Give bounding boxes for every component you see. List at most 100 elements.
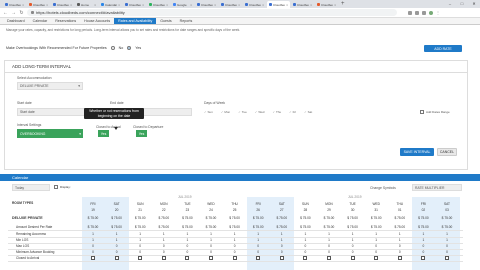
rate-cell[interactable]: $ 75.00 xyxy=(226,216,244,220)
grid-cell[interactable]: 0 xyxy=(249,250,267,254)
maximize-icon[interactable]: □ xyxy=(456,0,468,7)
grid-cell[interactable]: 1 xyxy=(414,238,432,242)
calendar-checkbox[interactable] xyxy=(54,185,58,189)
grid-cell[interactable]: 1 xyxy=(84,238,102,242)
nav-item[interactable]: Guests xyxy=(156,18,175,24)
rate-cell[interactable]: $ 75.00 xyxy=(202,216,220,220)
cta-checkbox[interactable] xyxy=(421,256,426,260)
grid-cell[interactable]: 1 xyxy=(108,238,126,242)
extension-icon[interactable] xyxy=(422,10,426,15)
browser-tab[interactable]: Calendar × xyxy=(99,1,122,8)
grid-cell[interactable]: 1 xyxy=(273,232,291,236)
add-dates-range[interactable]: Add Dates Range xyxy=(420,110,450,114)
grid-cell[interactable]: 1 xyxy=(249,232,267,236)
grid-cell[interactable]: 0 xyxy=(296,250,314,254)
rate-cell[interactable]: $ 75.00 xyxy=(320,216,338,220)
grid-cell[interactable]: $ 75.00 xyxy=(273,225,291,229)
browser-tab[interactable]: Cloudbeds× xyxy=(27,1,50,8)
browser-tab[interactable]: Cloudbeds× xyxy=(315,1,338,8)
grid-cell[interactable]: $ 75.00 xyxy=(320,225,338,229)
grid-cell[interactable]: $ 75.00 xyxy=(108,225,126,229)
grid-cell[interactable]: 0 xyxy=(178,250,196,254)
tab-close-icon[interactable]: × xyxy=(262,3,264,7)
grid-cell[interactable]: 1 xyxy=(367,232,385,236)
rate-cell[interactable]: $ 75.00 xyxy=(155,216,173,220)
browser-tab[interactable]: Cloudbeds× xyxy=(3,1,26,8)
cta-checkbox[interactable] xyxy=(397,256,402,260)
minimize-icon[interactable]: – xyxy=(444,0,456,7)
grid-cell[interactable]: 0 xyxy=(414,250,432,254)
cta-checkbox[interactable] xyxy=(256,256,261,260)
day-option[interactable]: ✓ Fri xyxy=(289,110,296,114)
interval-settings-select[interactable]: OVERBOOKING ▾ xyxy=(17,129,83,138)
browser-tab[interactable]: Home × xyxy=(75,1,98,8)
rate-cell[interactable]: $ 75.00 xyxy=(391,216,409,220)
cta-checkbox[interactable] xyxy=(161,256,166,260)
grid-cell[interactable]: 0 xyxy=(155,250,173,254)
rate-cell[interactable]: $ 75.00 xyxy=(296,216,314,220)
change-view-select[interactable]: RATE MULTIPLIER xyxy=(412,184,462,191)
rate-cell[interactable]: $ 75.00 xyxy=(178,216,196,220)
new-tab-button[interactable]: + xyxy=(341,1,345,8)
rate-cell[interactable]: $ 75.00 xyxy=(367,216,385,220)
grid-cell[interactable]: 1 xyxy=(226,238,244,242)
nav-item[interactable]: Reservations xyxy=(51,18,80,24)
rate-cell[interactable]: $ 75.00 xyxy=(344,216,362,220)
cta-checkbox[interactable] xyxy=(279,256,284,260)
back-icon[interactable]: ← xyxy=(3,10,8,16)
grid-cell[interactable]: 1 xyxy=(108,232,126,236)
grid-cell[interactable]: $ 75.00 xyxy=(155,225,173,229)
save-interval-button[interactable]: SAVE INTERVAL xyxy=(400,148,434,156)
day-option[interactable]: ✓ Mon xyxy=(221,110,230,114)
browser-tab[interactable]: Cloudbeds× xyxy=(219,1,242,8)
grid-cell[interactable]: $ 75.00 xyxy=(391,225,409,229)
grid-cell[interactable]: 1 xyxy=(296,232,314,236)
rate-cell[interactable]: $ 75.00 xyxy=(108,216,126,220)
grid-cell[interactable]: 0 xyxy=(155,244,173,248)
grid-cell[interactable]: 1 xyxy=(367,238,385,242)
browser-tab[interactable]: Google × xyxy=(171,1,194,8)
grid-cell[interactable]: 0 xyxy=(84,244,102,248)
period-select[interactable]: Today xyxy=(12,184,50,191)
cta-checkbox[interactable] xyxy=(138,256,143,260)
nav-item[interactable]: Rates and Availability xyxy=(114,18,157,24)
close-icon[interactable]: ✕ xyxy=(468,0,480,7)
day-option[interactable]: ✓ Tue xyxy=(238,110,247,114)
tab-close-icon[interactable]: × xyxy=(310,3,312,7)
rate-cell[interactable]: $ 75.00 xyxy=(84,216,102,220)
tab-close-icon[interactable]: × xyxy=(118,3,120,7)
grid-cell[interactable]: 0 xyxy=(131,244,149,248)
grid-cell[interactable]: $ 75.00 xyxy=(178,225,196,229)
grid-cell[interactable]: 0 xyxy=(438,250,456,254)
browser-tab[interactable]: Cloudbeds× xyxy=(147,1,170,8)
grid-cell[interactable]: 1 xyxy=(344,232,362,236)
nav-item[interactable]: House Accounts xyxy=(80,18,114,24)
tab-close-icon[interactable]: × xyxy=(46,3,48,7)
day-option[interactable]: ✓ Sun xyxy=(204,110,213,114)
cta-checkbox[interactable] xyxy=(374,256,379,260)
grid-cell[interactable]: $ 75.00 xyxy=(226,225,244,229)
browser-tab[interactable]: Cloudbeds× xyxy=(51,1,74,8)
add-rate-button[interactable]: ADD RATE xyxy=(424,45,462,52)
grid-cell[interactable]: 1 xyxy=(273,238,291,242)
browser-tab[interactable]: Cloudbeds× xyxy=(291,1,314,8)
forward-icon[interactable]: → xyxy=(11,10,16,16)
grid-cell[interactable]: 1 xyxy=(202,238,220,242)
grid-cell[interactable]: 0 xyxy=(414,244,432,248)
grid-cell[interactable]: 1 xyxy=(391,238,409,242)
cta-checkbox[interactable] xyxy=(327,256,331,260)
day-option[interactable]: ✓ Wed xyxy=(255,110,265,114)
tab-close-icon[interactable]: × xyxy=(238,3,240,7)
tab-close-icon[interactable]: × xyxy=(286,3,288,7)
grid-cell[interactable]: $ 75.00 xyxy=(367,225,385,229)
rate-cell[interactable]: $ 75.00 xyxy=(414,216,432,220)
grid-cell[interactable]: 1 xyxy=(249,238,267,242)
grid-cell[interactable]: 1 xyxy=(344,238,362,242)
grid-cell[interactable]: 0 xyxy=(202,244,220,248)
grid-cell[interactable]: 0 xyxy=(320,250,338,254)
grid-cell[interactable]: 0 xyxy=(273,250,291,254)
grid-cell[interactable]: 1 xyxy=(155,238,173,242)
grid-cell[interactable]: 0 xyxy=(178,244,196,248)
ctd-toggle[interactable]: Yes xyxy=(136,130,147,137)
grid-cell[interactable]: $ 75.00 xyxy=(344,225,362,229)
